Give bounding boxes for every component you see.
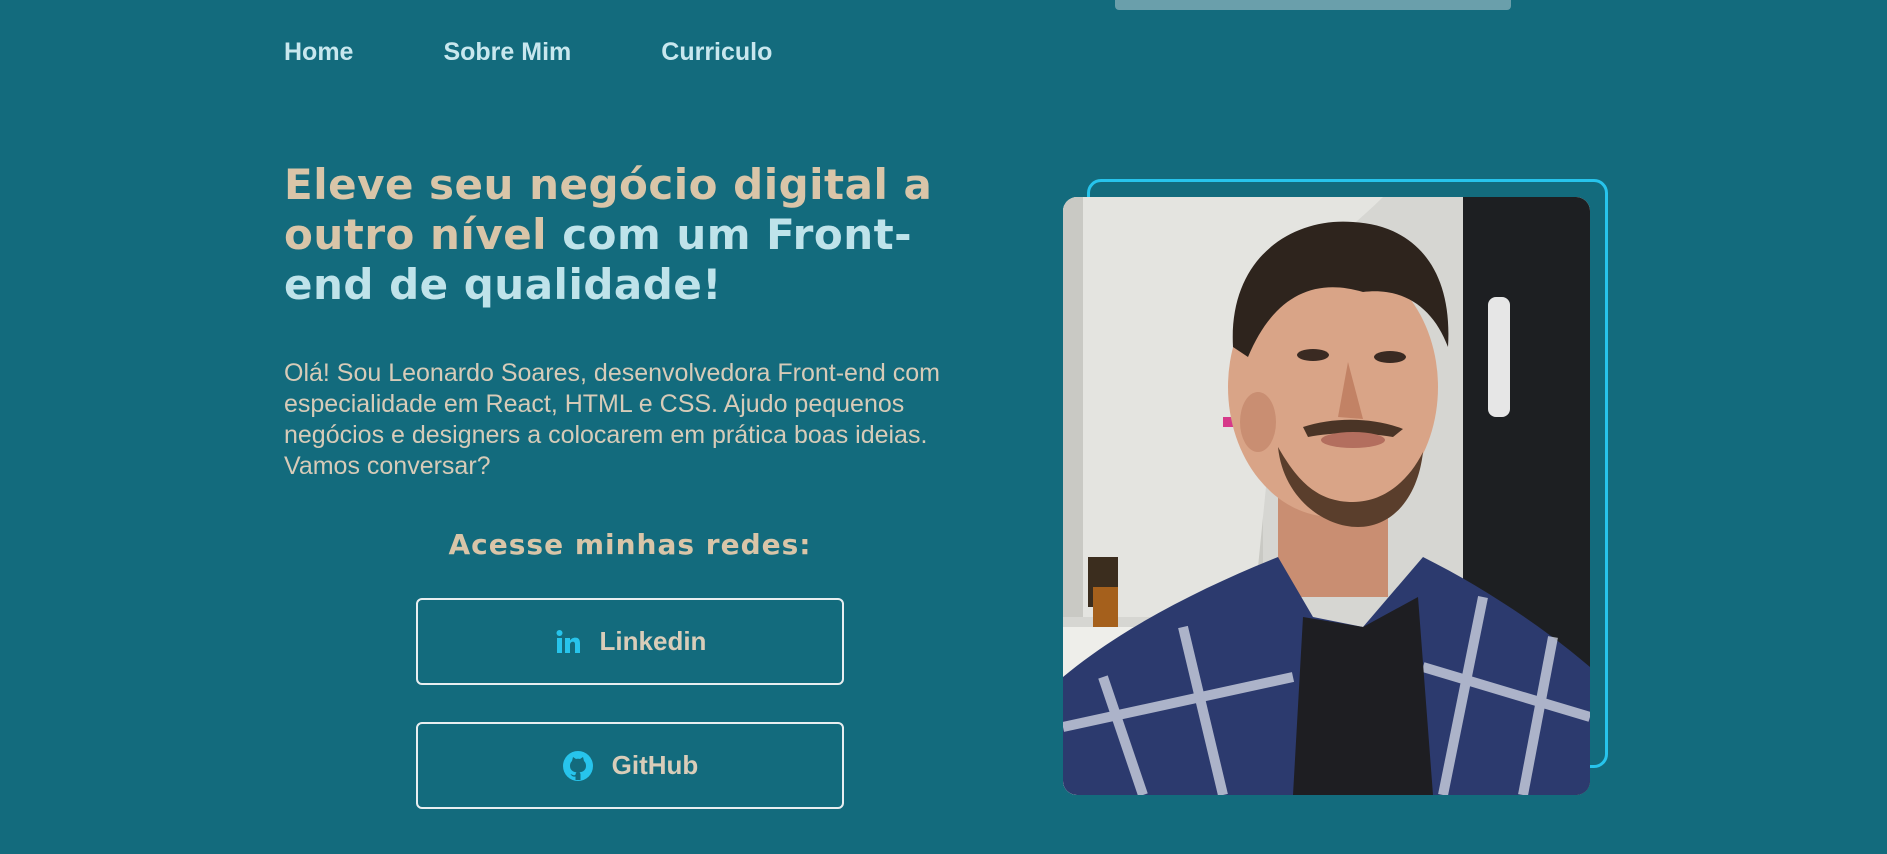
linkedin-button[interactable]: Linkedin [416, 598, 844, 685]
social-heading: Acesse minhas redes: [448, 528, 812, 561]
nav-sobre-mim-link[interactable]: Sobre Mim [443, 38, 571, 67]
hero-title: Eleve seu negócio digital a outro nível … [284, 160, 984, 310]
nav-curriculo-link[interactable]: Curriculo [661, 38, 772, 67]
github-icon [562, 750, 594, 782]
linkedin-icon [554, 628, 582, 656]
page: Home Sobre Mim Curriculo Eleve seu negóc… [0, 0, 1887, 854]
linkedin-button-label: Linkedin [599, 626, 707, 656]
main-nav: Home Sobre Mim Curriculo [284, 38, 862, 67]
profile-photo [1063, 197, 1590, 795]
nav-home-link[interactable]: Home [284, 38, 353, 67]
github-button-label: GitHub [611, 750, 699, 780]
github-button[interactable]: GitHub [416, 722, 844, 809]
top-bar-fragment [1115, 0, 1511, 10]
intro-text: Olá! Sou Leonardo Soares, desenvolvedora… [284, 359, 940, 480]
